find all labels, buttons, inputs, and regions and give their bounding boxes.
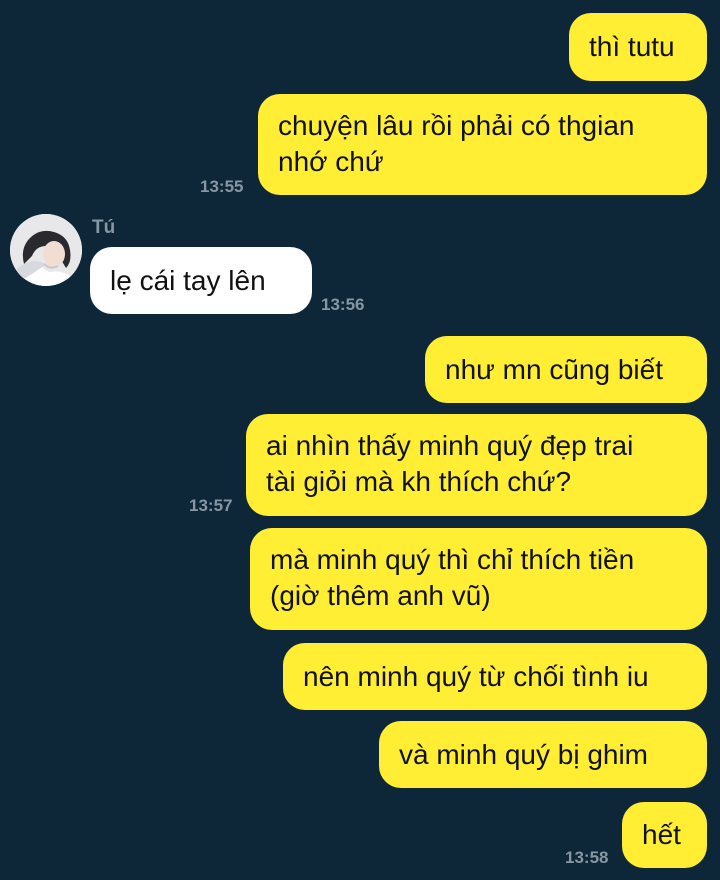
avatar-icon — [10, 214, 82, 286]
message-text-line: tài giỏi mà kh thích chứ? — [266, 466, 572, 497]
message-text: và minh quý bị ghim — [399, 738, 649, 770]
contact-avatar[interactable] — [10, 214, 82, 286]
message-bubble-outgoing[interactable]: như mn cũng biết — [425, 336, 707, 403]
message-text-line: (giờ thêm anh vũ) — [270, 580, 491, 611]
message-timestamp: 13:56 — [321, 295, 365, 314]
message-text: như mn cũng biết — [445, 353, 663, 385]
message-text: thì tutu — [589, 31, 675, 62]
message-timestamp: 13:55 — [200, 177, 244, 196]
message-bubble-incoming[interactable]: lẹ cái tay lên — [90, 247, 312, 314]
message-text-line: ai nhìn thấy minh quý đẹp trai — [266, 430, 634, 461]
contact-name: Tú — [92, 217, 116, 238]
message-bubble-outgoing[interactable]: mà minh quý thì chỉ thích tiền (giờ thêm… — [250, 528, 707, 630]
message-timestamp: 13:58 — [565, 848, 609, 867]
message-text-line: chuyện lâu rồi phải có thgian — [278, 110, 635, 141]
message-bubble-outgoing[interactable]: ai nhìn thấy minh quý đẹp trai tài giỏi … — [246, 414, 707, 516]
message-timestamp: 13:57 — [189, 496, 233, 515]
message-text-line: nhớ chứ — [278, 146, 384, 177]
message-bubble-outgoing[interactable]: chuyện lâu rồi phải có thgian nhớ chứ — [258, 94, 707, 195]
message-bubble-outgoing[interactable]: và minh quý bị ghim — [379, 721, 707, 788]
message-text: lẹ cái tay lên — [110, 264, 266, 296]
message-bubble-outgoing[interactable]: nên minh quý từ chối tình iu — [283, 643, 707, 710]
message-text-line: mà minh quý thì chỉ thích tiền — [270, 544, 635, 575]
chat-thread: thì tutu chuyện lâu rồi phải có thgian n… — [0, 0, 720, 880]
message-bubble-outgoing[interactable]: thì tutu — [569, 13, 707, 81]
message-text: nên minh quý từ chối tình iu — [303, 660, 649, 692]
message-text: hết — [642, 819, 681, 850]
message-bubble-outgoing[interactable]: hết — [622, 802, 707, 868]
